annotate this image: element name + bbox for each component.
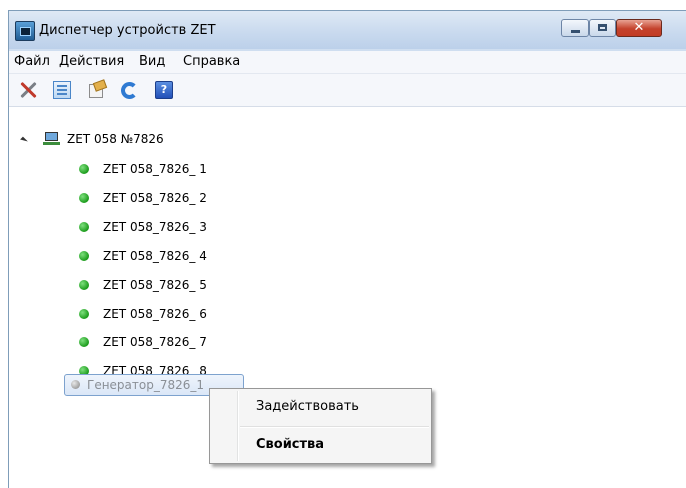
toolbar: ?: [9, 74, 686, 107]
status-online-icon: [79, 193, 89, 203]
context-menu-separator: [240, 426, 429, 428]
close-icon: ✕: [633, 20, 645, 35]
status-online-icon: [79, 222, 89, 232]
menu-help[interactable]: Справка: [183, 54, 240, 69]
collapse-arrow-icon[interactable]: [20, 136, 28, 145]
context-menu-gutter: [237, 391, 238, 461]
status-disabled-icon: [71, 380, 80, 389]
tree-node-label: ZET 058_7826_ 3: [103, 220, 207, 234]
help-icon[interactable]: ?: [155, 81, 173, 99]
status-online-icon: [79, 280, 89, 290]
maximize-button[interactable]: [589, 19, 616, 37]
status-online-icon: [79, 251, 89, 261]
tree-node-label: ZET 058_7826_ 1: [103, 162, 207, 176]
menu-view[interactable]: Вид: [139, 54, 165, 69]
tree-node-label: ZET 058_7826_ 4: [103, 249, 207, 263]
network-device-icon: [43, 132, 60, 145]
close-button[interactable]: ✕: [616, 19, 662, 37]
minimize-button[interactable]: [561, 19, 589, 37]
maximize-icon: [598, 24, 607, 31]
title-bar[interactable]: Диспетчер устройств ZET ✕: [9, 11, 686, 49]
menu-file[interactable]: Файл: [14, 54, 50, 69]
minimize-icon: [571, 30, 580, 33]
tree-node-label: ZET 058_7826_ 6: [103, 307, 207, 321]
menu-bar: Файл Действия Вид Справка: [9, 51, 686, 74]
context-menu-properties[interactable]: Свойства: [256, 437, 324, 452]
properties-icon[interactable]: [87, 81, 105, 99]
status-online-icon: [79, 164, 89, 174]
window-title: Диспетчер устройств ZET: [39, 23, 216, 38]
menu-actions[interactable]: Действия: [59, 54, 124, 69]
app-icon: [15, 21, 35, 41]
tree-root-label[interactable]: ZET 058 №7826: [67, 132, 164, 146]
device-list-icon[interactable]: [53, 81, 71, 99]
tools-icon[interactable]: [19, 81, 37, 99]
status-online-icon: [79, 309, 89, 319]
tree-node-label: ZET 058_7826_ 2: [103, 191, 207, 205]
tree-node-label: ZET 058_7826_ 7: [103, 335, 207, 349]
context-menu-enable[interactable]: Задействовать: [256, 399, 359, 414]
tree-node-label: ZET 058_7826_ 5: [103, 278, 207, 292]
refresh-icon[interactable]: [121, 82, 138, 99]
status-online-icon: [79, 337, 89, 347]
context-menu: Задействовать Свойства: [209, 388, 432, 464]
tree-node-label: Генератор_7826_1: [87, 378, 205, 392]
